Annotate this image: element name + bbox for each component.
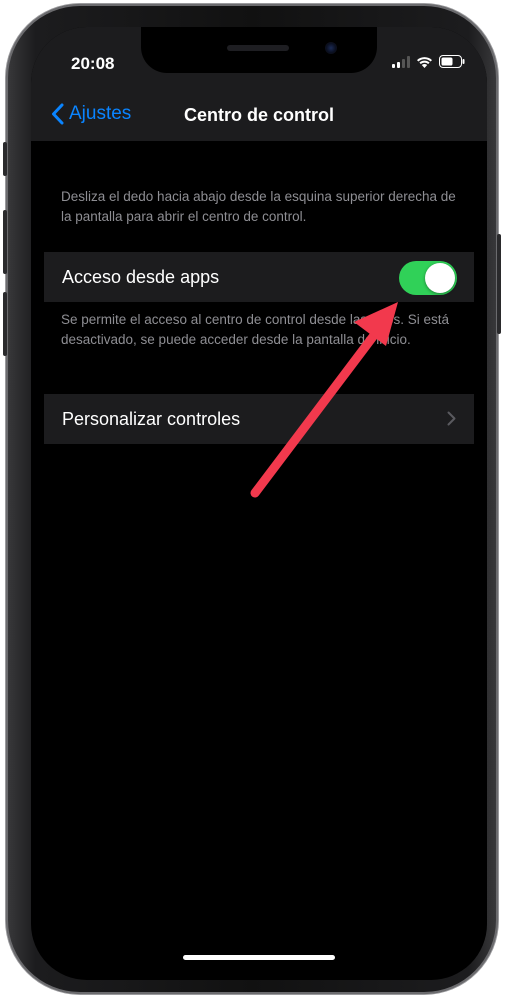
battery-icon xyxy=(439,55,465,68)
customize-controls-row[interactable]: Personalizar controles xyxy=(44,394,474,444)
wifi-icon xyxy=(417,56,432,68)
customize-controls-label: Personalizar controles xyxy=(62,409,241,429)
access-footer-text: Se permite el acceso al centro de contro… xyxy=(61,312,449,347)
status-icons xyxy=(392,55,465,68)
access-from-apps-label: Acceso desde apps xyxy=(62,267,220,287)
front-camera xyxy=(325,42,337,54)
page-title: Centro de control xyxy=(183,105,334,125)
silent-switch xyxy=(3,142,7,176)
home-indicator[interactable] xyxy=(183,955,335,960)
intro-text: Desliza el dedo hacia abajo desde la esq… xyxy=(61,189,456,224)
chevron-right-icon xyxy=(447,411,456,426)
speaker-grille xyxy=(227,45,289,51)
toggle-knob xyxy=(425,263,455,293)
power-button xyxy=(497,234,501,334)
phone-screen: 20:08 Ajustes Centro de control Desliza … xyxy=(31,27,487,980)
navigation-bar: Ajustes Centro de control xyxy=(31,93,487,141)
signal-icon xyxy=(392,55,410,68)
access-from-apps-toggle[interactable] xyxy=(399,261,457,295)
notch xyxy=(141,27,377,73)
access-from-apps-row: Acceso desde apps xyxy=(44,252,474,302)
status-time: 20:08 xyxy=(71,54,115,73)
volume-down-button xyxy=(3,292,7,356)
phone-frame: 20:08 Ajustes Centro de control Desliza … xyxy=(3,4,501,994)
volume-up-button xyxy=(3,210,7,274)
